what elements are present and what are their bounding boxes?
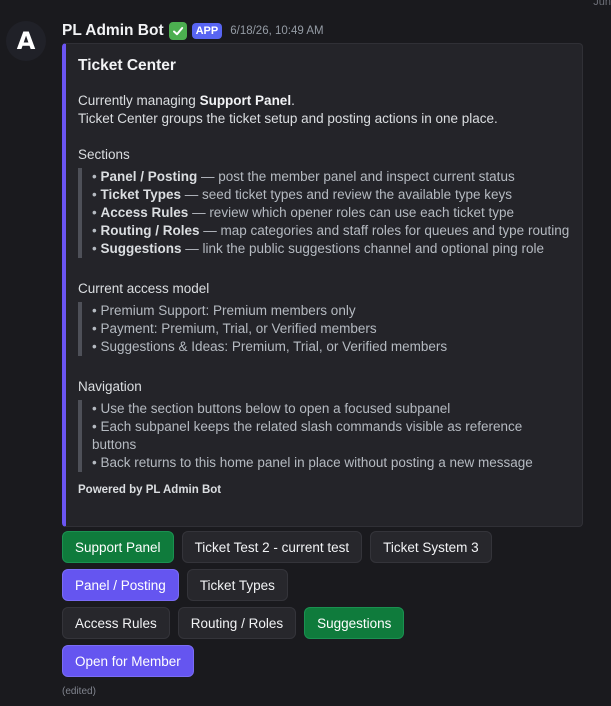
button-row-1: Support Panel Ticket Test 2 - current te… <box>62 531 492 563</box>
access-item: • Payment: Premium, Trial, or Verified m… <box>92 321 377 336</box>
section-item: • Suggestions — link the public suggesti… <box>92 241 545 256</box>
ticket-test-2-button[interactable]: Ticket Test 2 - current test <box>181 531 363 563</box>
bot-avatar[interactable]: A <box>6 21 46 61</box>
section-item: • Routing / Roles — map categories and s… <box>92 223 570 238</box>
app-badge: APP <box>191 23 223 39</box>
sections-heading: Sections <box>78 147 130 162</box>
navigation-item: • Each subpanel keeps the related slash … <box>92 419 523 452</box>
sections-list: • Panel / Posting — post the member pane… <box>78 168 570 258</box>
corner-text: Jun <box>593 0 611 8</box>
navigation-item: • Use the section buttons below to open … <box>92 401 451 416</box>
access-rules-button[interactable]: Access Rules <box>62 607 170 639</box>
check-mark-icon <box>168 22 187 40</box>
access-heading: Current access model <box>78 281 210 296</box>
routing-roles-button[interactable]: Routing / Roles <box>177 607 297 639</box>
button-row-4: Open for Member <box>62 645 194 677</box>
button-row-3: Access Rules Routing / Roles Suggestions <box>62 607 405 639</box>
ticket-types-button[interactable]: Ticket Types <box>186 569 288 601</box>
suggestions-button[interactable]: Suggestions <box>304 607 405 639</box>
embed-card: Ticket Center Currently managing Support… <box>62 43 583 527</box>
username[interactable]: PL Admin Bot <box>62 22 164 40</box>
embed-title: Ticket Center <box>78 57 176 74</box>
navigation-item: • Back returns to this home panel in pla… <box>92 455 533 470</box>
panel-posting-button[interactable]: Panel / Posting <box>62 569 179 601</box>
access-item: • Suggestions & Ideas: Premium, Trial, o… <box>92 339 448 354</box>
message-header: PL Admin Bot APP 6/18/26, 10:49 AM <box>62 20 324 42</box>
embed-footer: Powered by PL Admin Bot <box>78 484 222 496</box>
access-list: • Premium Support: Premium members only … <box>78 302 570 356</box>
button-row-2: Panel / Posting Ticket Types <box>62 569 288 601</box>
open-for-member-button[interactable]: Open for Member <box>62 645 194 677</box>
ticket-system-3-button[interactable]: Ticket System 3 <box>370 531 492 563</box>
navigation-heading: Navigation <box>78 379 142 394</box>
navigation-list: • Use the section buttons below to open … <box>78 400 570 472</box>
support-panel-button[interactable]: Support Panel <box>62 531 174 563</box>
timestamp[interactable]: 6/18/26, 10:49 AM <box>230 25 323 37</box>
section-item: • Access Rules — review which opener rol… <box>92 205 514 220</box>
embed-intro-1: Currently managing Support Panel. <box>78 93 295 108</box>
edited-label: (edited) <box>62 686 96 697</box>
access-item: • Premium Support: Premium members only <box>92 303 356 318</box>
embed-intro-2: Ticket Center groups the ticket setup an… <box>78 111 498 126</box>
bot-logo-icon: A <box>16 27 36 55</box>
section-item: • Ticket Types — seed ticket types and r… <box>92 187 512 202</box>
section-item: • Panel / Posting — post the member pane… <box>92 169 515 184</box>
